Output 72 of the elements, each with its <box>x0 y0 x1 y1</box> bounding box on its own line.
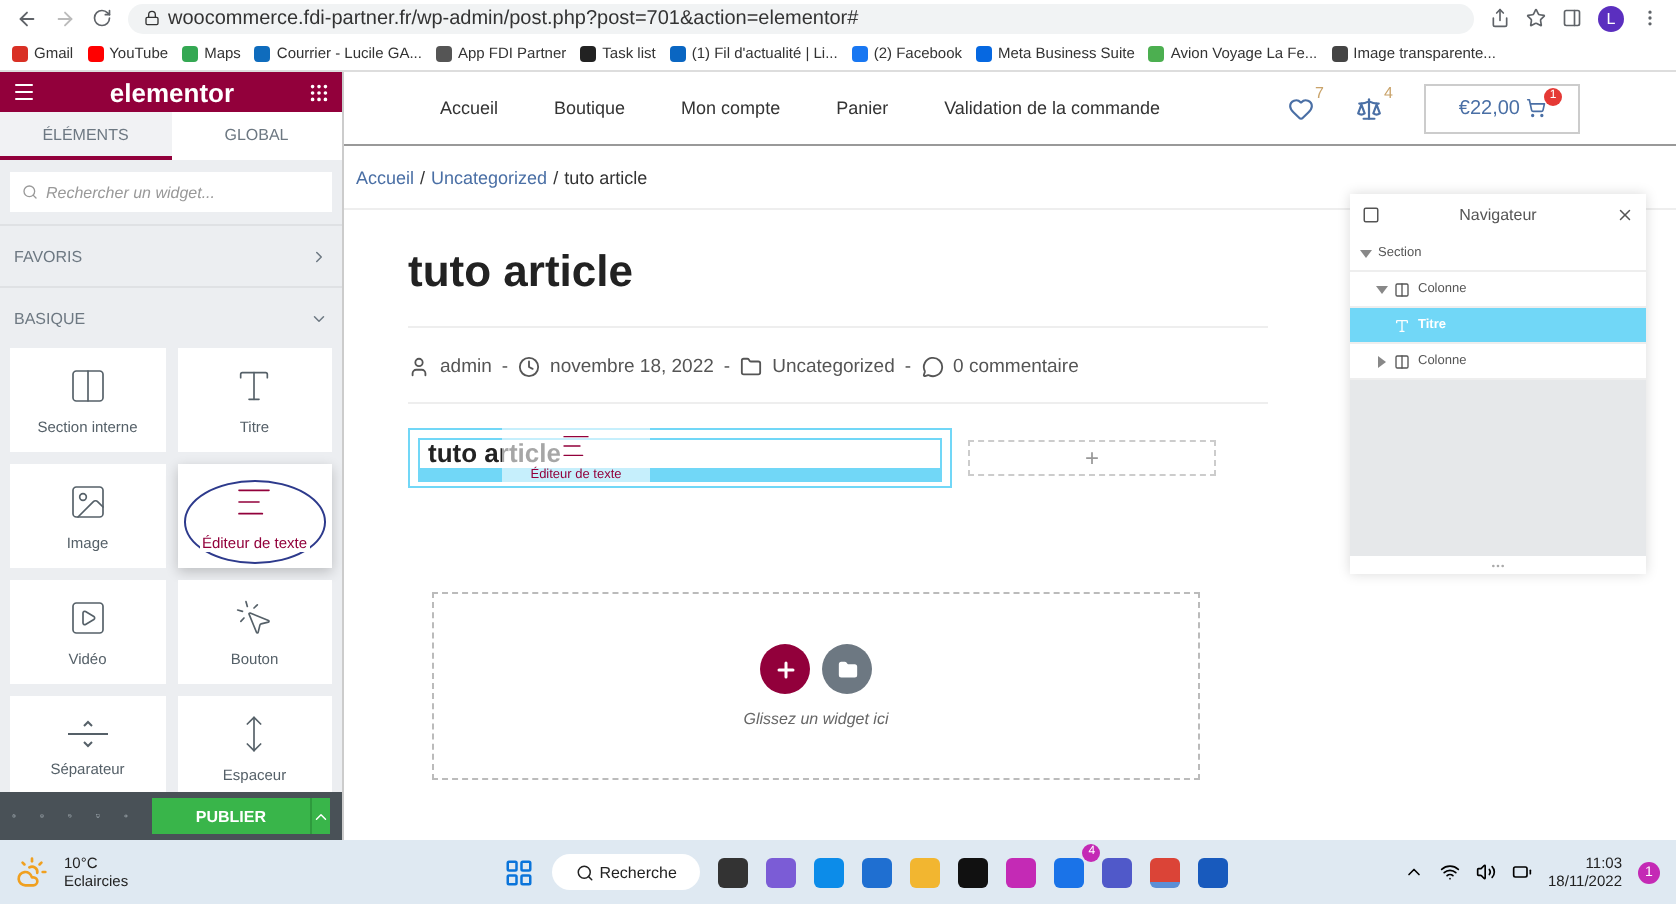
reload-icon[interactable] <box>92 8 112 28</box>
add-section-button[interactable] <box>760 644 810 694</box>
search-icon <box>575 863 594 881</box>
back-icon[interactable] <box>16 7 38 29</box>
wifi-icon[interactable] <box>1440 862 1461 882</box>
pointer-icon <box>234 597 275 637</box>
weather-icon <box>16 856 48 888</box>
search-icon <box>22 184 38 200</box>
panel-tab[interactable]: ÉLÉMENTS <box>0 112 171 160</box>
start-icon[interactable] <box>503 857 534 887</box>
letter-t-icon <box>1394 317 1410 333</box>
meta-separator: - <box>904 356 912 378</box>
meta-separator: - <box>501 356 509 378</box>
wishlist-count: 7 <box>1315 83 1324 105</box>
template-button[interactable] <box>822 644 872 694</box>
apps-grid-icon[interactable] <box>307 81 330 103</box>
column-icon <box>1394 281 1410 297</box>
breadcrumb-separator: / <box>553 167 559 187</box>
post-date: novembre 18, 2022 <box>550 356 714 378</box>
comment-icon <box>921 356 944 378</box>
caret-icon[interactable] <box>1378 355 1386 367</box>
post-title: tuto article <box>408 246 1268 328</box>
breadcrumb-link[interactable]: Uncategorized <box>431 167 548 187</box>
address-bar[interactable]: woocommerce.fdi-partner.fr/wp-admin/post.php?post=701&action=elementor# <box>128 3 1474 33</box>
user-icon <box>408 356 430 378</box>
app-icon[interactable] <box>958 857 989 887</box>
collapse-icon[interactable] <box>1362 206 1380 224</box>
menu-icon[interactable] <box>12 80 36 104</box>
navigator-title: Navigateur <box>1459 206 1537 224</box>
columns-icon <box>67 365 108 405</box>
taskbar-search[interactable]: Recherche <box>551 854 701 890</box>
star-icon[interactable] <box>1526 8 1546 28</box>
caret-icon[interactable] <box>1360 249 1372 257</box>
breadcrumb-current: tuto article <box>564 167 648 187</box>
text-lines-icon <box>560 430 592 462</box>
app-icon[interactable] <box>718 857 749 887</box>
post-author: admin <box>440 356 492 378</box>
chevron-icon <box>310 247 328 265</box>
meta-separator: - <box>723 356 731 378</box>
lock-icon <box>144 10 160 26</box>
folder-icon <box>837 659 857 679</box>
battery-icon[interactable] <box>1512 862 1533 882</box>
nav-link[interactable]: Validation de la commande <box>944 98 1160 118</box>
volume-icon[interactable] <box>1476 862 1497 882</box>
category-header[interactable]: FAVORIS <box>0 224 342 286</box>
caret-icon[interactable] <box>1376 285 1388 293</box>
divider-icon <box>67 719 108 747</box>
nav-link[interactable]: Panier <box>836 98 889 118</box>
comment-count: 0 commentaire <box>953 356 1079 378</box>
image-icon <box>67 481 108 521</box>
nav-link[interactable]: Mon compte <box>681 98 781 118</box>
brand-logo: elementor <box>109 77 235 107</box>
post-category: Uncategorized <box>772 356 895 378</box>
side-panel-icon[interactable] <box>1562 8 1582 28</box>
publish-options-button[interactable] <box>310 798 330 834</box>
scale-icon[interactable] <box>1355 95 1382 121</box>
breadcrumb-separator: / <box>420 167 426 187</box>
nav-link[interactable]: Accueil <box>440 98 499 118</box>
heart-icon[interactable] <box>1287 95 1313 121</box>
close-icon[interactable] <box>1616 206 1634 224</box>
column-icon <box>1394 353 1410 369</box>
breadcrumb-link[interactable]: Accueil <box>356 167 415 187</box>
folder-icon <box>740 356 763 378</box>
compare-count: 4 <box>1383 83 1393 105</box>
clock-icon <box>518 356 541 378</box>
drop-hint: Glissez un widget ici <box>743 710 889 728</box>
share-icon[interactable] <box>1490 8 1510 28</box>
cart-icon <box>1526 98 1546 118</box>
play-icon <box>67 597 108 637</box>
profile-avatar[interactable]: L <box>1598 5 1624 31</box>
plus-icon <box>773 657 797 681</box>
nav-link[interactable]: Boutique <box>554 98 626 118</box>
